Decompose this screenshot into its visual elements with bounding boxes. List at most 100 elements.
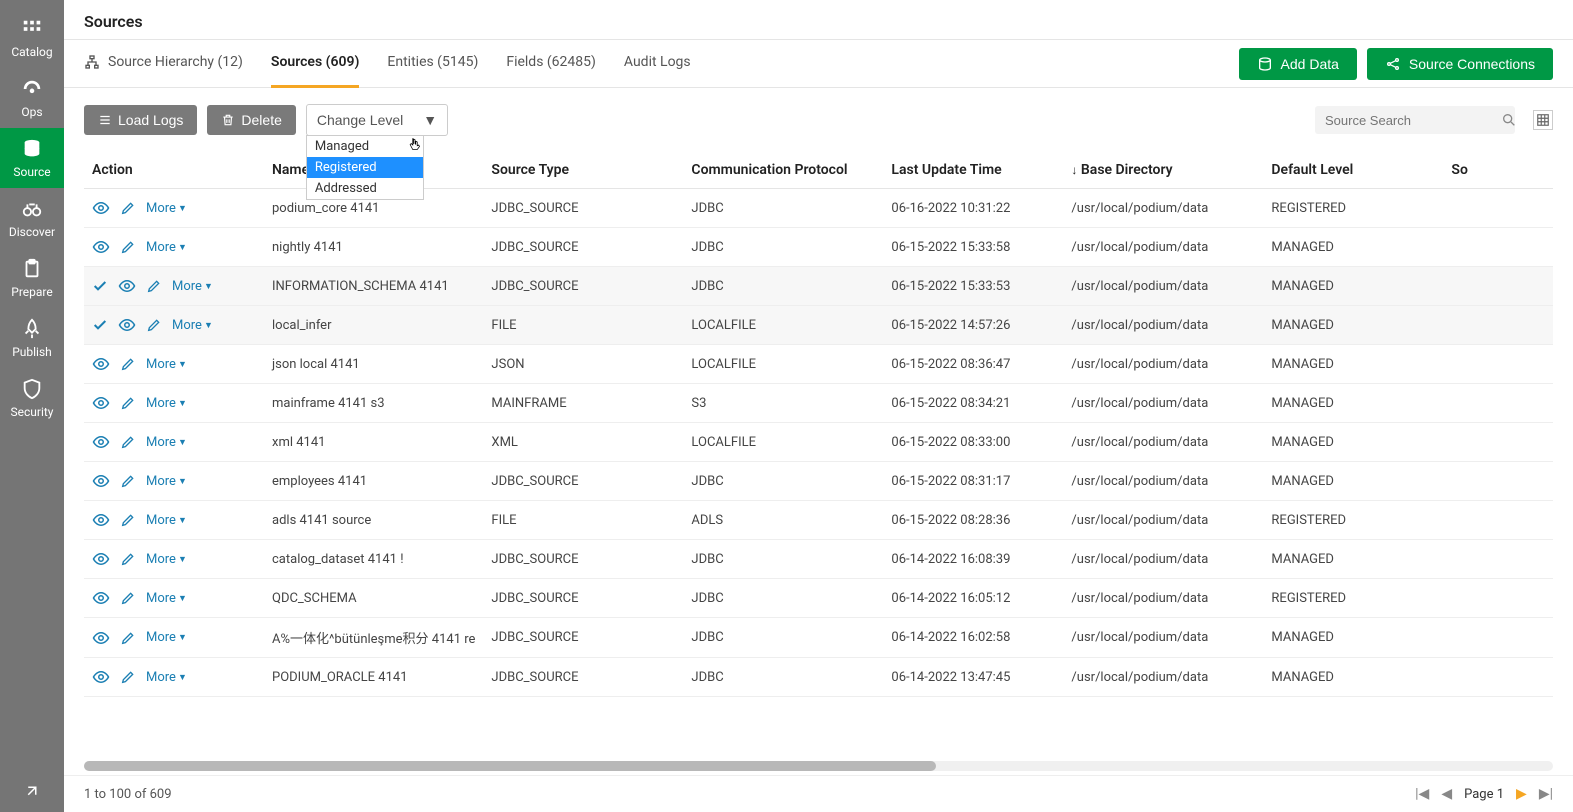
dropdown-item-managed[interactable]: Managed xyxy=(307,136,423,157)
last-page-button[interactable]: ▶| xyxy=(1539,786,1553,802)
sidebar-item-prepare[interactable]: Prepare xyxy=(0,248,64,308)
table-row[interactable]: More ▼QDC_SCHEMAJDBC_SOURCEJDBC06-14-202… xyxy=(84,579,1553,618)
more-link[interactable]: More ▼ xyxy=(146,513,187,528)
pencil-icon[interactable] xyxy=(146,317,162,333)
cell-protocol: LOCALFILE xyxy=(683,345,883,384)
cell-last_update: 06-15-2022 14:57:26 xyxy=(883,306,1063,345)
horizontal-scrollbar[interactable] xyxy=(84,761,1553,771)
table-row[interactable]: More ▼json local 4141JSONLOCALFILE06-15-… xyxy=(84,345,1553,384)
tab-entities[interactable]: Entities (5145) xyxy=(387,40,478,88)
tab-sources[interactable]: Sources (609) xyxy=(271,40,359,88)
scrollbar-thumb[interactable] xyxy=(84,761,936,771)
delete-button[interactable]: Delete xyxy=(207,105,295,135)
table-columns-button[interactable] xyxy=(1533,110,1553,130)
pencil-icon[interactable] xyxy=(146,278,162,294)
eye-icon[interactable] xyxy=(92,550,110,568)
eye-icon[interactable] xyxy=(118,277,136,295)
gauge-icon xyxy=(20,77,44,101)
pencil-icon[interactable] xyxy=(120,669,136,685)
col-source-type[interactable]: Source Type xyxy=(483,152,683,189)
search-icon[interactable] xyxy=(1501,112,1517,128)
tab-fields[interactable]: Fields (62485) xyxy=(506,40,596,88)
change-level-button[interactable]: Change Level ▼ xyxy=(306,104,448,136)
eye-icon[interactable] xyxy=(92,511,110,529)
col-level[interactable]: Default Level xyxy=(1263,152,1443,189)
eye-icon[interactable] xyxy=(92,589,110,607)
table-row[interactable]: More ▼nightly 4141JDBC_SOURCEJDBC06-15-2… xyxy=(84,228,1553,267)
more-link[interactable]: More ▼ xyxy=(146,670,187,685)
col-base-dir[interactable]: ↓ Base Directory xyxy=(1063,152,1263,189)
pencil-icon[interactable] xyxy=(120,590,136,606)
eye-icon[interactable] xyxy=(92,629,110,647)
sidebar-item-source[interactable]: Source xyxy=(0,128,64,188)
more-link[interactable]: More ▼ xyxy=(172,279,213,294)
more-link[interactable]: More ▼ xyxy=(146,630,187,645)
more-link[interactable]: More ▼ xyxy=(146,396,187,411)
cell-protocol: LOCALFILE xyxy=(683,423,883,462)
col-action[interactable]: Action xyxy=(84,152,264,189)
table-row[interactable]: More ▼xml 4141XMLLOCALFILE06-15-2022 08:… xyxy=(84,423,1553,462)
load-logs-button[interactable]: Load Logs xyxy=(84,105,197,135)
pencil-icon[interactable] xyxy=(120,630,136,646)
tab-source-hierarchy[interactable]: Source Hierarchy (12) xyxy=(84,40,243,88)
dropdown-item-registered[interactable]: Registered xyxy=(307,157,423,178)
cell-base_dir: /usr/local/podium/data xyxy=(1063,189,1263,228)
table-row[interactable]: More ▼PODIUM_ORACLE 4141JDBC_SOURCEJDBC0… xyxy=(84,658,1553,697)
search-input[interactable] xyxy=(1325,113,1501,128)
eye-icon[interactable] xyxy=(92,668,110,686)
table-row[interactable]: More ▼mainframe 4141 s3MAINFRAMES306-15-… xyxy=(84,384,1553,423)
pencil-icon[interactable] xyxy=(120,473,136,489)
table-row[interactable]: More ▼adls 4141 sourceFILEADLS06-15-2022… xyxy=(84,501,1553,540)
more-link[interactable]: More ▼ xyxy=(146,201,187,216)
sidebar-item-security[interactable]: Security xyxy=(0,368,64,428)
cell-last_update: 06-15-2022 08:33:00 xyxy=(883,423,1063,462)
table-row[interactable]: More ▼INFORMATION_SCHEMA 4141JDBC_SOURCE… xyxy=(84,267,1553,306)
more-link[interactable]: More ▼ xyxy=(146,357,187,372)
pencil-icon[interactable] xyxy=(120,239,136,255)
sidebar-item-discover[interactable]: Discover xyxy=(0,188,64,248)
pencil-icon[interactable] xyxy=(120,356,136,372)
tab-audit-logs[interactable]: Audit Logs xyxy=(624,40,691,88)
tabs-row: Source Hierarchy (12) Sources (609) Enti… xyxy=(64,40,1573,88)
eye-icon[interactable] xyxy=(92,472,110,490)
dropdown-item-addressed[interactable]: Addressed xyxy=(307,178,423,199)
eye-icon[interactable] xyxy=(92,238,110,256)
source-connections-button[interactable]: Source Connections xyxy=(1367,48,1553,80)
col-so[interactable]: So xyxy=(1443,152,1553,189)
eye-icon[interactable] xyxy=(92,433,110,451)
check-icon[interactable] xyxy=(92,317,108,333)
sidebar-item-catalog[interactable]: Catalog xyxy=(0,8,64,68)
expand-sidebar-icon[interactable] xyxy=(23,782,41,800)
pencil-icon[interactable] xyxy=(120,395,136,411)
table-row[interactable]: More ▼local_inferFILELOCALFILE06-15-2022… xyxy=(84,306,1553,345)
cell-base_dir: /usr/local/podium/data xyxy=(1063,579,1263,618)
more-link[interactable]: More ▼ xyxy=(146,240,187,255)
more-link[interactable]: More ▼ xyxy=(146,474,187,489)
eye-icon[interactable] xyxy=(92,199,110,217)
pencil-icon[interactable] xyxy=(120,551,136,567)
page-title: Sources xyxy=(84,12,1553,31)
more-link[interactable]: More ▼ xyxy=(172,318,213,333)
sidebar-item-ops[interactable]: Ops xyxy=(0,68,64,128)
table-row[interactable]: More ▼podium_core 4141JDBC_SOURCEJDBC06-… xyxy=(84,189,1553,228)
more-link[interactable]: More ▼ xyxy=(146,552,187,567)
pencil-icon[interactable] xyxy=(120,200,136,216)
more-link[interactable]: More ▼ xyxy=(146,591,187,606)
eye-icon[interactable] xyxy=(92,394,110,412)
pencil-icon[interactable] xyxy=(120,434,136,450)
pencil-icon[interactable] xyxy=(120,512,136,528)
table-row[interactable]: More ▼employees 4141JDBC_SOURCEJDBC06-15… xyxy=(84,462,1553,501)
eye-icon[interactable] xyxy=(118,316,136,334)
check-icon[interactable] xyxy=(92,278,108,294)
col-last-update[interactable]: Last Update Time xyxy=(883,152,1063,189)
next-page-button[interactable]: ▶ xyxy=(1516,786,1527,802)
first-page-button[interactable]: |◀ xyxy=(1415,786,1429,802)
add-data-button[interactable]: Add Data xyxy=(1239,48,1357,80)
table-row[interactable]: More ▼A%一体化^bütünleşme积分 4141 reJDBC_SOU… xyxy=(84,618,1553,658)
more-link[interactable]: More ▼ xyxy=(146,435,187,450)
sidebar-item-publish[interactable]: Publish xyxy=(0,308,64,368)
prev-page-button[interactable]: ◀ xyxy=(1441,786,1452,802)
eye-icon[interactable] xyxy=(92,355,110,373)
table-row[interactable]: More ▼catalog_dataset 4141 !JDBC_SOURCEJ… xyxy=(84,540,1553,579)
col-protocol[interactable]: Communication Protocol xyxy=(683,152,883,189)
